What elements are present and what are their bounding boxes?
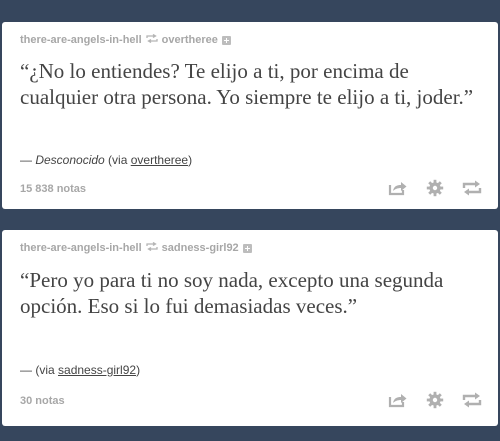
source-suffix: ) — [136, 363, 141, 377]
quote-source: — (via sadness-girl92) — [20, 363, 140, 377]
quote-source: — Desconocido (via overtheree) — [20, 153, 192, 167]
post-controls — [388, 391, 482, 409]
source-via-label: (via — [104, 153, 131, 167]
post-header: there-are-angels-in-hell overtheree — [20, 33, 231, 46]
source-author: Desconocido — [35, 153, 105, 167]
reblogged-from-link[interactable]: overtheree — [162, 34, 218, 46]
quote-text: “Pero yo para ti no soy nada, excepto un… — [20, 268, 444, 318]
gear-icon[interactable] — [426, 391, 444, 409]
share-icon[interactable] — [388, 392, 408, 408]
notes-count[interactable]: 15 838 notas — [20, 183, 86, 195]
plus-icon[interactable] — [242, 243, 252, 253]
post-card: there-are-angels-in-hell sadness-girl92 … — [2, 230, 498, 426]
source-prefix: — — [20, 153, 36, 167]
reblog-icon — [145, 241, 158, 254]
source-via-link[interactable]: sadness-girl92 — [58, 363, 136, 377]
blog-name-link[interactable]: there-are-angels-in-hell — [20, 34, 142, 46]
plus-icon[interactable] — [221, 35, 231, 45]
source-via-link[interactable]: overtheree — [131, 153, 188, 167]
share-icon[interactable] — [388, 180, 408, 196]
reblogged-from-link[interactable]: sadness-girl92 — [162, 242, 239, 254]
post-header: there-are-angels-in-hell sadness-girl92 — [20, 241, 252, 254]
post-card: there-are-angels-in-hell overtheree “¿No… — [2, 22, 498, 209]
blog-name-link[interactable]: there-are-angels-in-hell — [20, 242, 142, 254]
notes-count[interactable]: 30 notas — [20, 395, 65, 407]
source-via-label: (via — [35, 363, 59, 377]
reblog-icon[interactable] — [462, 180, 482, 196]
reblog-icon[interactable] — [462, 392, 482, 408]
dashboard-feed: there-are-angels-in-hell overtheree “¿No… — [0, 0, 500, 441]
reblog-icon — [145, 33, 158, 46]
quote-text: “¿No lo entiendes? Te elijo a ti, por en… — [20, 59, 474, 109]
gear-icon[interactable] — [426, 179, 444, 197]
post-controls — [388, 179, 482, 197]
source-prefix: — — [20, 363, 36, 377]
source-suffix: ) — [188, 153, 193, 167]
